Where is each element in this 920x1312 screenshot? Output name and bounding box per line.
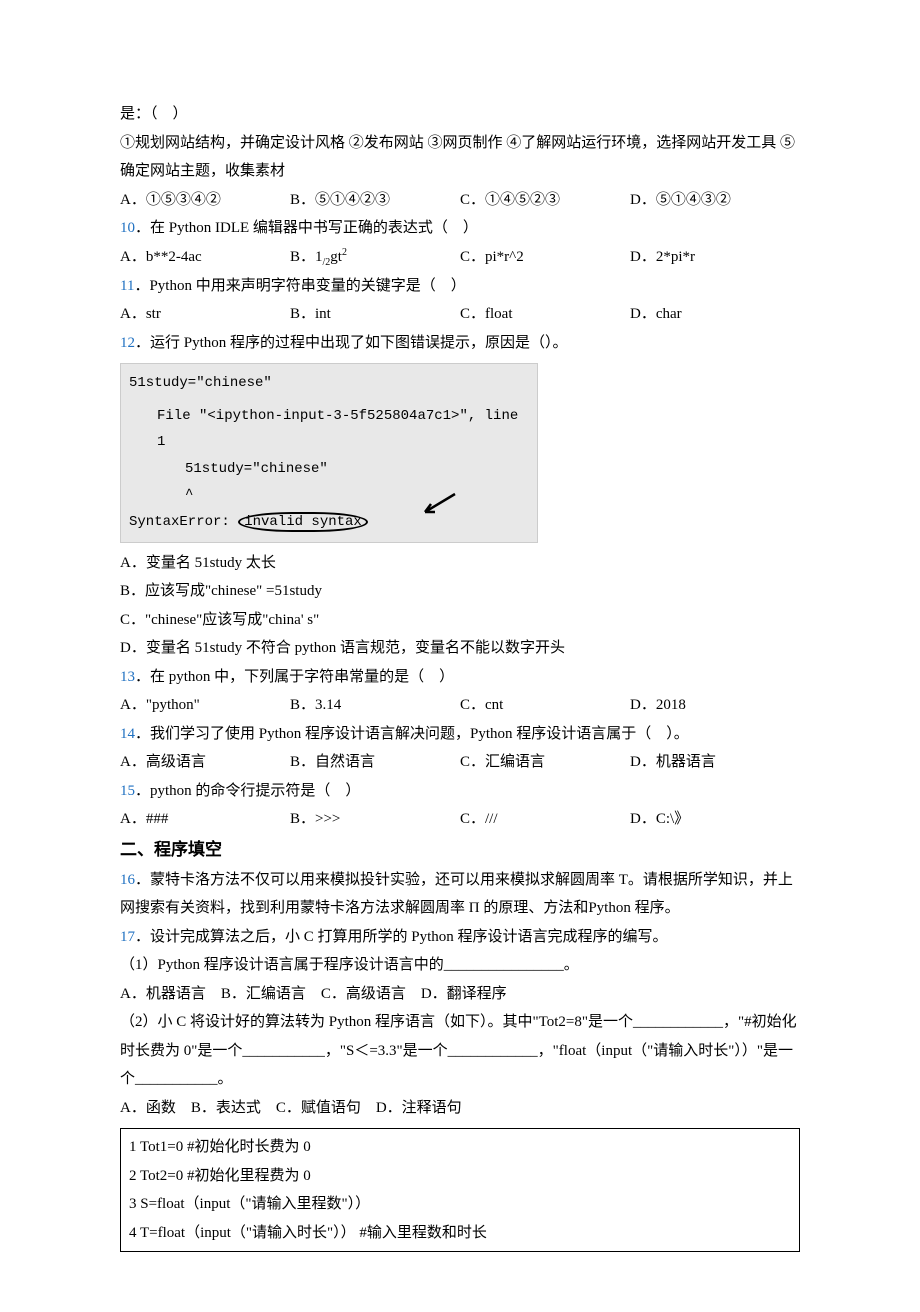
q13-number: 13 bbox=[120, 669, 135, 685]
q9-stem-line2: ①规划网站结构，并确定设计风格 ②发布网站 ③网页制作 ④了解网站运行环境，选择… bbox=[120, 129, 800, 186]
code-line: 3 S=float（input（"请输入里程数"）） bbox=[129, 1190, 791, 1219]
q12-opt-c: C．"chinese"应该写成"china' s" bbox=[120, 606, 800, 635]
q11-number: 11 bbox=[120, 278, 134, 294]
q17-part1: （1）Python 程序设计语言属于程序设计语言中的______________… bbox=[120, 951, 800, 980]
q13-opt-b: B．3.14 bbox=[290, 691, 460, 720]
q15-number: 15 bbox=[120, 783, 135, 799]
arrow-icon bbox=[417, 492, 457, 518]
q11-stem: ．Python 中用来声明字符串变量的关键字是（ ） bbox=[134, 278, 465, 294]
section-2-title: 二、程序填空 bbox=[120, 834, 800, 866]
q12-opt-d: D．变量名 51study 不符合 python 语言规范，变量名不能以数字开头 bbox=[120, 634, 800, 663]
q11-options: A．str B．int C．float D．char bbox=[120, 300, 800, 329]
code-line: SyntaxError: invalid syntax bbox=[129, 509, 529, 536]
q10-opt-c: C．pi*r^2 bbox=[460, 243, 630, 272]
code-line: 4 T=float（input（"请输入时长"）） #输入里程数和时长 bbox=[129, 1219, 791, 1248]
circled-error: invalid syntax bbox=[238, 512, 368, 532]
q12-opt-b: B．应该写成"chinese" =51study bbox=[120, 577, 800, 606]
code-line: 1 Tot1=0 #初始化时长费为 0 bbox=[129, 1133, 791, 1162]
q13-opt-c: C．cnt bbox=[460, 691, 630, 720]
q12-opt-a: A．变量名 51study 太长 bbox=[120, 549, 800, 578]
code-line: 51study="chinese" bbox=[129, 370, 529, 397]
question-9: 是：（ ） ①规划网站结构，并确定设计风格 ②发布网站 ③网页制作 ④了解网站运… bbox=[120, 100, 800, 214]
code-line: 2 Tot2=0 #初始化里程费为 0 bbox=[129, 1162, 791, 1191]
q11-opt-a: A．str bbox=[120, 300, 290, 329]
q15-opt-c: C．/// bbox=[460, 805, 630, 834]
q16-number: 16 bbox=[120, 872, 135, 888]
q9-opt-c: C．①④⑤②③ bbox=[460, 186, 630, 215]
q9-opt-d: D．⑤①④③② bbox=[630, 186, 731, 215]
q15-opt-d: D．C:\》 bbox=[630, 805, 689, 834]
question-12: 12．运行 Python 程序的过程中出现了如下图错误提示，原因是（）。 51s… bbox=[120, 329, 800, 663]
q12-stem: ．运行 Python 程序的过程中出现了如下图错误提示，原因是（）。 bbox=[135, 335, 568, 351]
q15-opt-b: B．>>> bbox=[290, 805, 460, 834]
q17-stem: ．设计完成算法之后，小 C 打算用所学的 Python 程序设计语言完成程序的编… bbox=[135, 929, 668, 945]
q17-part2-options: A．函数 B．表达式 C．赋值语句 D．注释语句 bbox=[120, 1094, 800, 1123]
q10-number: 10 bbox=[120, 220, 135, 236]
q14-options: A．高级语言 B．自然语言 C．汇编语言 D．机器语言 bbox=[120, 748, 800, 777]
q15-stem: ．python 的命令行提示符是（ ） bbox=[135, 783, 360, 799]
q16-stem: ．蒙特卡洛方法不仅可以用来模拟投针实验，还可以用来模拟求解圆周率 T。请根据所学… bbox=[120, 872, 793, 917]
q9-opt-b: B．⑤①④②③ bbox=[290, 186, 460, 215]
q11-opt-c: C．float bbox=[460, 300, 630, 329]
question-14: 14．我们学习了使用 Python 程序设计语言解决问题，Python 程序设计… bbox=[120, 720, 800, 777]
q17-number: 17 bbox=[120, 929, 135, 945]
q13-opt-a: A．"python" bbox=[120, 691, 290, 720]
q9-stem-line1: 是：（ ） bbox=[120, 100, 800, 129]
question-10: 10．在 Python IDLE 编辑器中书写正确的表达式（ ） A．b**2-… bbox=[120, 214, 800, 272]
q13-options: A．"python" B．3.14 C．cnt D．2018 bbox=[120, 691, 800, 720]
question-15: 15．python 的命令行提示符是（ ） A．### B．>>> C．/// … bbox=[120, 777, 800, 834]
q12-number: 12 bbox=[120, 335, 135, 351]
q10-opt-d: D．2*pi*r bbox=[630, 243, 695, 272]
q15-options: A．### B．>>> C．/// D．C:\》 bbox=[120, 805, 800, 834]
q17-part1-options: A．机器语言 B．汇编语言 C．高级语言 D．翻译程序 bbox=[120, 980, 800, 1009]
q10-stem: ．在 Python IDLE 编辑器中书写正确的表达式（ ） bbox=[135, 220, 478, 236]
q14-number: 14 bbox=[120, 726, 135, 742]
q17-part2: （2）小 C 将设计好的算法转为 Python 程序语言（如下）。其中"Tot2… bbox=[120, 1008, 800, 1094]
q10-options: A．b**2-4ac B．1/2gt2 C．pi*r^2 D．2*pi*r bbox=[120, 243, 800, 272]
code-line: ^ bbox=[129, 482, 529, 509]
q15-opt-a: A．### bbox=[120, 805, 290, 834]
question-11: 11．Python 中用来声明字符串变量的关键字是（ ） A．str B．int… bbox=[120, 272, 800, 329]
question-17: 17．设计完成算法之后，小 C 打算用所学的 Python 程序设计语言完成程序… bbox=[120, 923, 800, 1253]
q12-code-figure: 51study="chinese" File "<ipython-input-3… bbox=[120, 363, 538, 543]
q9-opt-a: A．①⑤③④② bbox=[120, 186, 290, 215]
code-line: 51study="chinese" bbox=[129, 456, 529, 483]
q10-opt-b: B．1/2gt2 bbox=[290, 243, 460, 272]
q11-opt-d: D．char bbox=[630, 300, 682, 329]
q14-opt-b: B．自然语言 bbox=[290, 748, 460, 777]
q13-opt-d: D．2018 bbox=[630, 691, 686, 720]
question-16: 16．蒙特卡洛方法不仅可以用来模拟投针实验，还可以用来模拟求解圆周率 T。请根据… bbox=[120, 866, 800, 923]
q17-code-box: 1 Tot1=0 #初始化时长费为 0 2 Tot2=0 #初始化里程费为 0 … bbox=[120, 1128, 800, 1252]
q10-opt-a: A．b**2-4ac bbox=[120, 243, 290, 272]
q9-options: A．①⑤③④② B．⑤①④②③ C．①④⑤②③ D．⑤①④③② bbox=[120, 186, 800, 215]
q14-opt-a: A．高级语言 bbox=[120, 748, 290, 777]
q14-opt-d: D．机器语言 bbox=[630, 748, 716, 777]
q11-opt-b: B．int bbox=[290, 300, 460, 329]
q14-opt-c: C．汇编语言 bbox=[460, 748, 630, 777]
q13-stem: ．在 python 中，下列属于字符串常量的是（ ） bbox=[135, 669, 454, 685]
code-line: File "<ipython-input-3-5f525804a7c1>", l… bbox=[129, 403, 529, 456]
question-13: 13．在 python 中，下列属于字符串常量的是（ ） A．"python" … bbox=[120, 663, 800, 720]
q14-stem: ．我们学习了使用 Python 程序设计语言解决问题，Python 程序设计语言… bbox=[135, 726, 689, 742]
